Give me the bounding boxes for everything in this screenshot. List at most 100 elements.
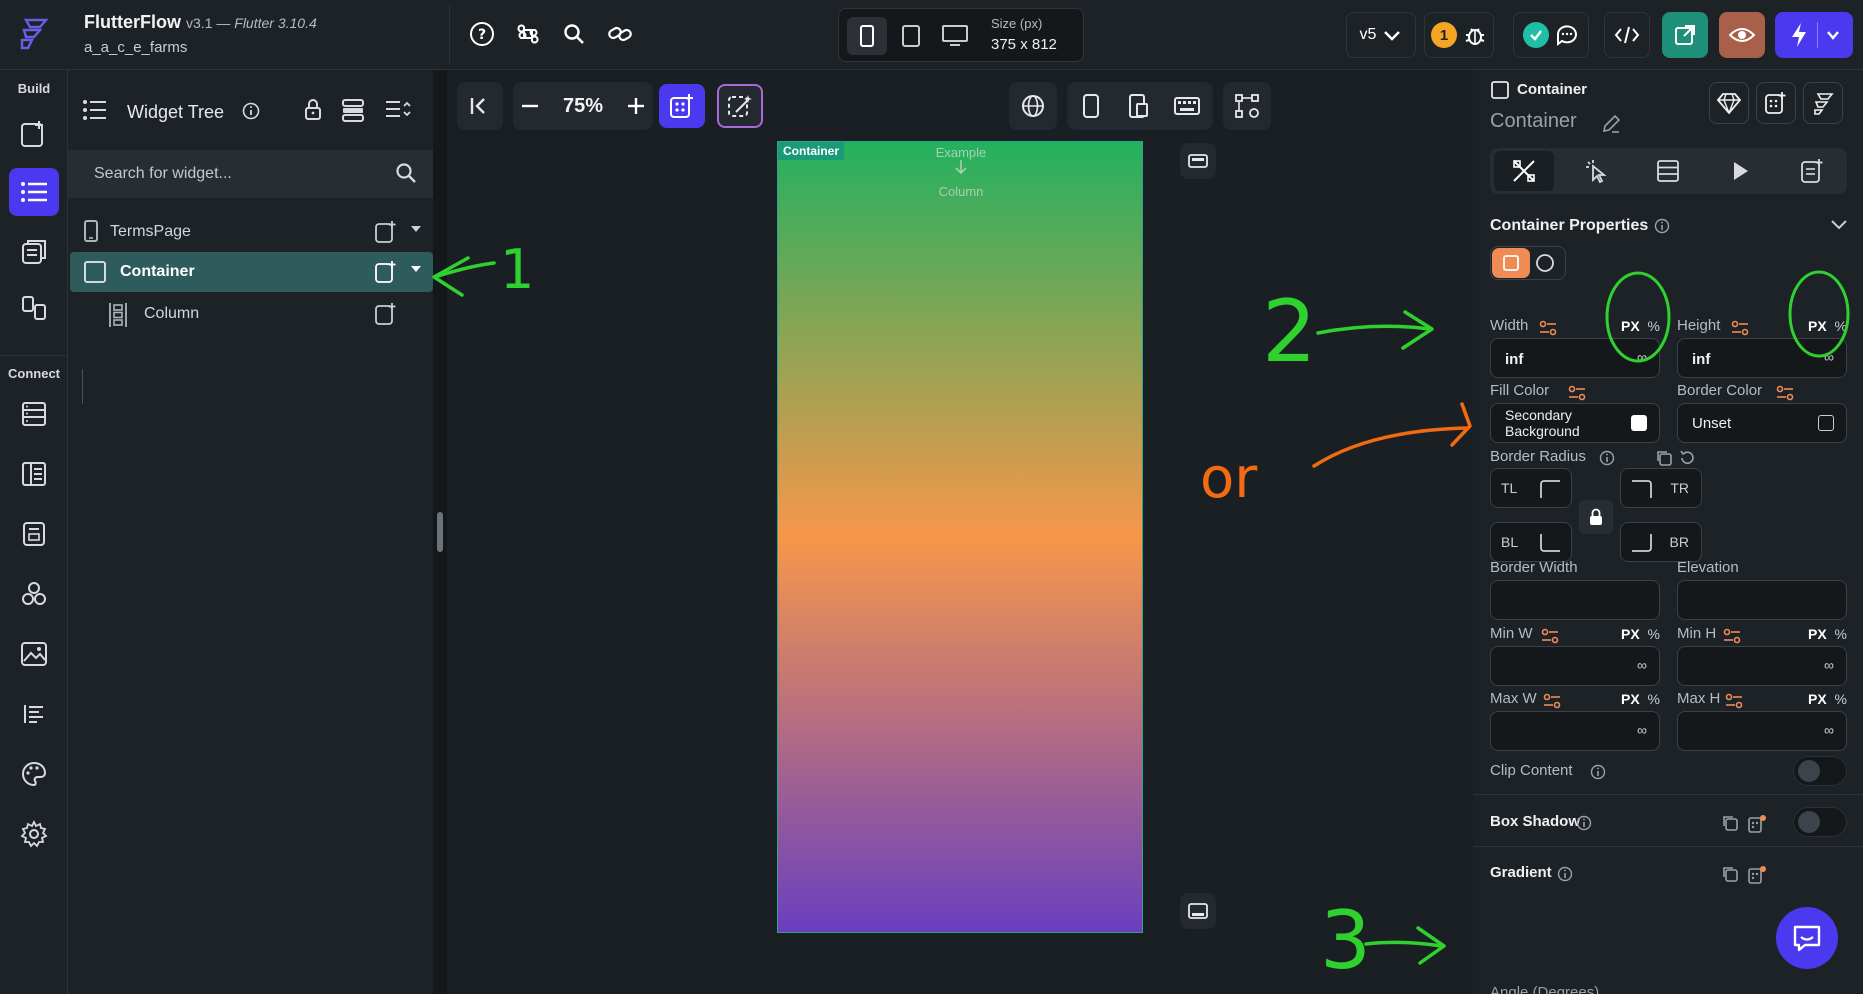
height-input[interactable]: inf ∞ <box>1677 338 1847 378</box>
rectangle-shape-icon[interactable] <box>1492 248 1530 278</box>
layers-icon[interactable] <box>342 98 364 127</box>
phone-icon[interactable] <box>1067 82 1115 130</box>
version-selector[interactable]: v5 <box>1346 12 1416 58</box>
tab-actions[interactable] <box>1566 151 1626 191</box>
info-icon[interactable] <box>1599 450 1615 466</box>
adjust-sliders-icon[interactable] <box>1541 628 1559 644</box>
open-external-button[interactable] <box>1662 12 1708 58</box>
splitter-handle[interactable] <box>437 512 443 552</box>
issues-button[interactable]: 1 <box>1424 12 1494 58</box>
info-icon[interactable] <box>1576 815 1592 831</box>
unit-px[interactable]: PX <box>1621 318 1640 334</box>
tree-item-container[interactable]: Container <box>70 252 433 292</box>
unit-percent[interactable]: % <box>1647 626 1659 642</box>
variable-icon[interactable] <box>1747 814 1767 834</box>
text-align-icon[interactable] <box>9 690 59 738</box>
box-shadow-toggle[interactable] <box>1793 807 1847 837</box>
infinity-icon[interactable]: ∞ <box>1637 722 1647 738</box>
flutterflow-logo-icon[interactable] <box>16 16 56 56</box>
add-child-icon[interactable] <box>374 302 398 331</box>
collapse-tree-icon[interactable] <box>384 98 412 125</box>
unit-percent[interactable]: % <box>1834 691 1846 707</box>
zoom-level[interactable]: 75% <box>547 95 619 118</box>
adjust-sliders-icon[interactable] <box>1731 320 1749 336</box>
add-child-icon[interactable] <box>374 220 398 249</box>
widget-search-bar[interactable]: Search for widget... <box>68 150 433 198</box>
app-state-icon[interactable] <box>9 450 59 498</box>
infinity-icon[interactable]: ∞ <box>1637 349 1647 365</box>
copy-icon[interactable] <box>1655 449 1673 467</box>
theme-palette-icon[interactable] <box>9 750 59 798</box>
unit-percent[interactable]: % <box>1834 318 1846 334</box>
integrations-icon[interactable] <box>9 570 59 618</box>
clip-content-toggle[interactable] <box>1793 756 1847 786</box>
info-icon[interactable] <box>1654 218 1670 234</box>
unit-percent[interactable]: % <box>1647 318 1659 334</box>
color-swatch[interactable] <box>1631 415 1647 431</box>
height-unit-toggle[interactable]: PX % <box>1808 318 1847 334</box>
adjust-sliders-icon[interactable] <box>1776 385 1794 401</box>
support-chat-button[interactable] <box>1776 907 1838 969</box>
media-assets-icon[interactable] <box>9 510 59 558</box>
radius-lock-button[interactable] <box>1579 500 1613 534</box>
reset-icon[interactable] <box>1678 449 1696 467</box>
copy-icon[interactable] <box>1721 814 1739 832</box>
pages-icon[interactable] <box>9 228 59 276</box>
color-swatch[interactable] <box>1818 415 1834 431</box>
adjust-sliders-icon[interactable] <box>1543 693 1561 709</box>
add-widget-button[interactable] <box>659 84 705 128</box>
language-button[interactable] <box>1009 82 1057 130</box>
adjust-sliders-icon[interactable] <box>1539 320 1557 336</box>
copy-icon[interactable] <box>1721 865 1739 883</box>
radius-top-left[interactable]: TL <box>1490 468 1572 508</box>
max-h-unit-toggle[interactable]: PX % <box>1808 691 1847 707</box>
storyboard-icon[interactable] <box>9 284 59 332</box>
link-icon[interactable] <box>606 20 634 48</box>
desktop-device-icon[interactable] <box>935 17 975 55</box>
width-unit-toggle[interactable]: PX % <box>1621 318 1660 334</box>
caret-down-icon[interactable] <box>411 226 421 232</box>
fill-color-picker[interactable]: Secondary Background <box>1490 403 1660 443</box>
tab-animations[interactable] <box>1710 151 1770 191</box>
database-icon[interactable] <box>9 390 59 438</box>
search-input[interactable]: Search for widget... <box>94 165 232 183</box>
tab-documentation[interactable] <box>1782 151 1842 191</box>
zoom-out-icon[interactable] <box>513 82 547 130</box>
phone-device-icon[interactable] <box>847 17 887 55</box>
variable-icon[interactable] <box>1747 865 1767 885</box>
max-w-unit-toggle[interactable]: PX % <box>1621 691 1660 707</box>
bottom-bar-toggle[interactable] <box>1180 893 1216 929</box>
infinity-icon[interactable]: ∞ <box>1637 657 1647 673</box>
chevron-down-icon[interactable] <box>1829 217 1849 233</box>
border-width-input[interactable] <box>1490 580 1660 620</box>
radius-bottom-left[interactable]: BL <box>1490 522 1572 562</box>
info-icon[interactable] <box>1557 866 1573 882</box>
min-h-input[interactable]: ∞ <box>1677 646 1847 686</box>
infinity-icon[interactable]: ∞ <box>1824 657 1834 673</box>
add-widget-icon[interactable] <box>1756 82 1796 124</box>
min-h-unit-toggle[interactable]: PX % <box>1808 626 1847 642</box>
info-icon[interactable] <box>1590 764 1606 780</box>
adjust-sliders-icon[interactable] <box>1568 385 1586 401</box>
diamond-icon[interactable] <box>1709 82 1749 124</box>
top-bar-toggle[interactable] <box>1180 143 1216 179</box>
command-icon[interactable] <box>514 20 542 48</box>
tree-item-column[interactable]: Column <box>70 294 433 334</box>
add-child-icon[interactable] <box>374 260 398 289</box>
infinity-icon[interactable]: ∞ <box>1824 349 1834 365</box>
tablet-device-icon[interactable] <box>891 17 931 55</box>
tab-backend-query[interactable] <box>1638 151 1698 191</box>
unit-percent[interactable]: % <box>1647 691 1659 707</box>
help-icon[interactable]: ? <box>468 20 496 48</box>
info-icon[interactable] <box>242 102 260 125</box>
infinity-icon[interactable]: ∞ <box>1824 722 1834 738</box>
min-w-input[interactable]: ∞ <box>1490 646 1660 686</box>
flutterflow-logo-icon[interactable] <box>1803 82 1843 124</box>
keyboard-icon[interactable] <box>1163 82 1211 130</box>
elevation-input[interactable] <box>1677 580 1847 620</box>
adjust-sliders-icon[interactable] <box>1725 693 1743 709</box>
unit-percent[interactable]: % <box>1834 626 1846 642</box>
phone-preview-container[interactable]: Container Example Column <box>777 141 1143 933</box>
preview-button[interactable] <box>1719 12 1765 58</box>
ai-gen-button[interactable] <box>717 84 763 128</box>
